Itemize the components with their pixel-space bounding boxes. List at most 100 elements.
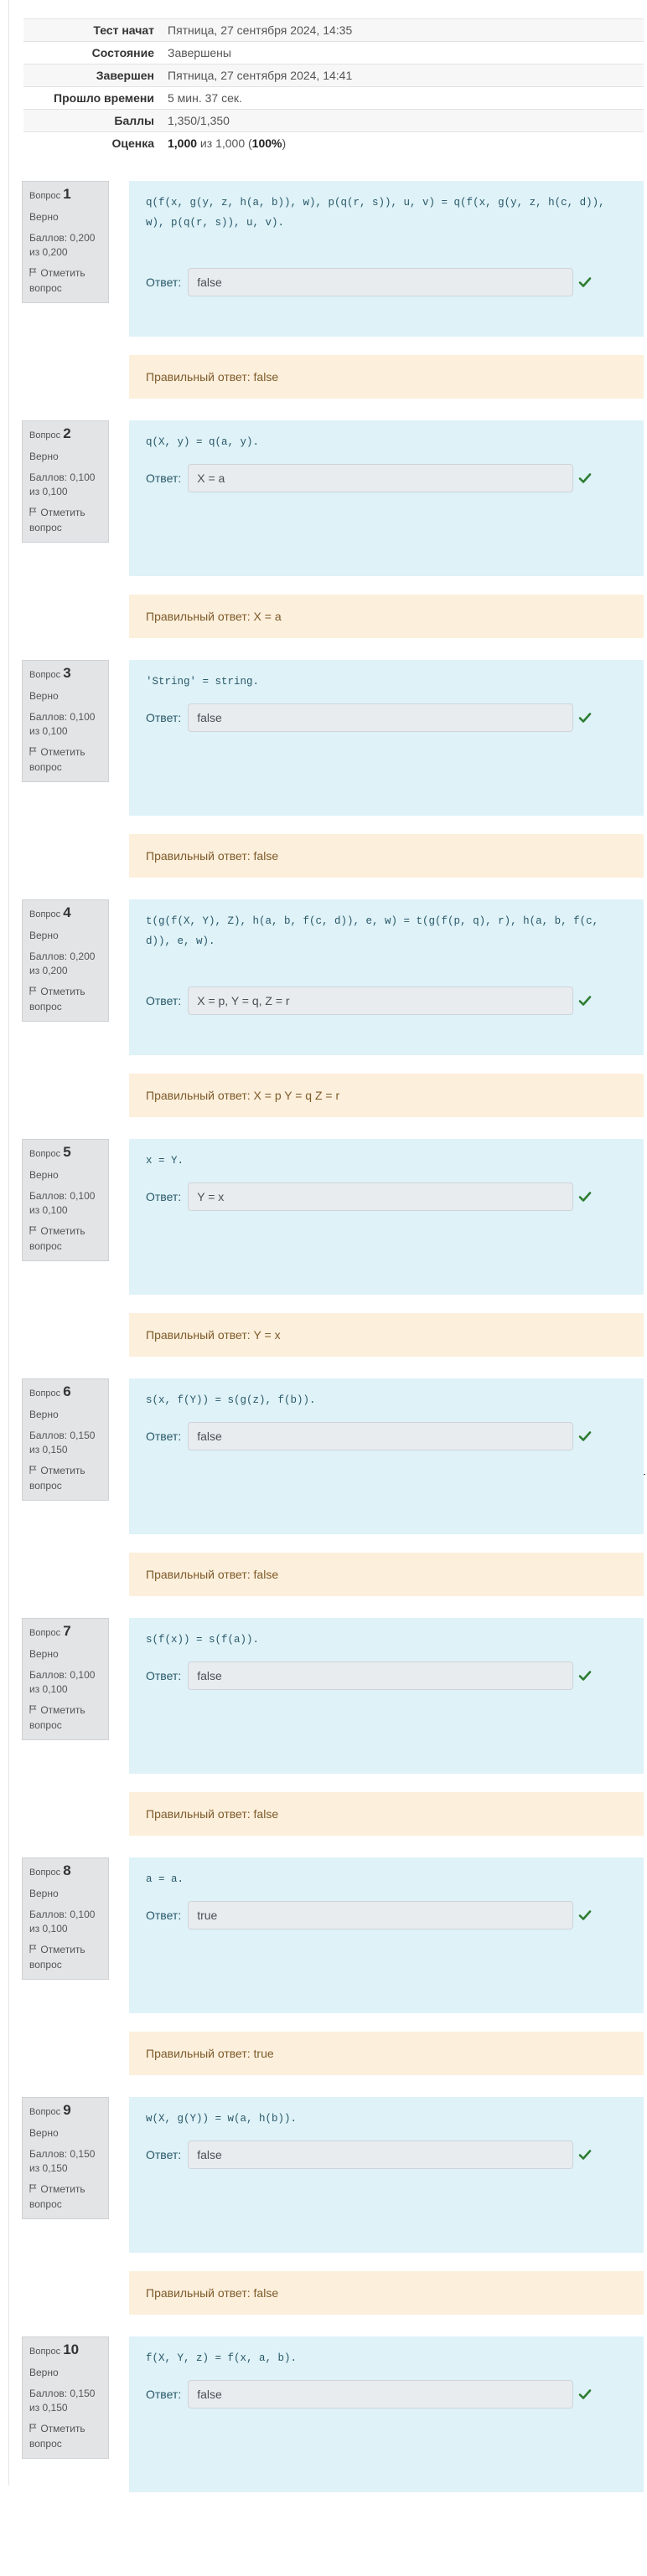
answer-field[interactable]: false [188,703,574,732]
summary-key: Состояние [23,41,161,64]
flag-question-link[interactable]: Отметить вопрос [29,745,101,775]
flag-question-link[interactable]: Отметить вопрос [29,1224,101,1254]
question-word: Вопрос [29,2107,61,2117]
question-text: x = Y. [146,1155,184,1167]
question-word: Вопрос [29,430,61,440]
correct-answer-feedback: Правильный ответ: false [129,834,644,878]
summary-key: Баллы [23,109,161,132]
check-icon [578,1670,592,1682]
flag-question-link[interactable]: Отметить вопрос [29,2422,101,2451]
summary-value: Пятница, 27 сентября 2024, 14:41 [161,64,644,87]
correct-answer-feedback: Правильный ответ: false [129,1792,644,1836]
question-num: 1 [63,186,71,202]
question-grade: Баллов: 0,100 из 0,100 [29,711,96,737]
question-state: Верно [29,1409,59,1420]
question-grade: Баллов: 0,100 из 0,100 [29,1909,96,1935]
flag-question-link[interactable]: Отметить вопрос [29,1464,101,1493]
question-block: Вопрос 2 Верно Баллов: 0,100 из 0,100 От… [22,420,644,660]
question-content: s(x, f(Y)) = s(g(z), f(b)). Ответ: false [129,1378,644,1534]
question-grade: Баллов: 0,200 из 0,200 [29,951,96,976]
answer-field[interactable]: true [188,1901,574,1929]
correct-answer-feedback: Правильный ответ: false [129,1553,644,1596]
answer-field[interactable]: false [188,2141,574,2169]
answer-field[interactable]: Y = x [188,1182,574,1211]
attempt-summary-table: Тест начат Пятница, 27 сентября 2024, 14:… [23,18,644,154]
question-block: Вопрос 5 Верно Баллов: 0,100 из 0,100 От… [22,1139,644,1378]
correct-answer-feedback: Правильный ответ: false [129,355,644,399]
answer-field[interactable]: X = a [188,464,574,492]
question-number: Вопрос 2 [29,426,101,443]
question-text: s(x, f(Y)) = s(g(z), f(b)). [146,1394,316,1406]
question-number: Вопрос 10 [29,2342,101,2359]
answer-label: Ответ: [146,1909,182,1922]
answer-field[interactable]: false [188,1662,574,1690]
question-word: Вопрос [29,670,61,680]
correct-answer-feedback: Правильный ответ: true [129,2032,644,2075]
flag-question-link[interactable]: Отметить вопрос [29,985,101,1014]
flag-question-link[interactable]: Отметить вопрос [29,266,101,296]
flag-icon [29,1465,38,1479]
grade-score: 1,000 [168,137,198,150]
flag-question-link[interactable]: Отметить вопрос [29,1943,101,1972]
flag-question-link[interactable]: Отметить вопрос [29,2182,101,2212]
question-word: Вопрос [29,1868,61,1878]
question-num: 9 [63,2102,71,2118]
question-num: 2 [63,425,71,441]
check-icon [578,2388,592,2400]
answer-row: Ответ: Y = x [146,1182,627,1211]
answer-label: Ответ: [146,471,182,485]
flag-icon [29,2183,38,2197]
question-block: Вопрос 8 Верно Баллов: 0,100 из 0,100 От… [22,1857,644,2097]
question-info: Вопрос 6 Верно Баллов: 0,150 из 0,150 От… [22,1378,109,1501]
flag-question-link[interactable]: Отметить вопрос [29,506,101,535]
check-icon [578,2149,592,2161]
question-info: Вопрос 7 Верно Баллов: 0,100 из 0,100 От… [22,1618,109,1740]
question-text: f(X, Y, z) = f(x, a, b). [146,2352,298,2364]
question-word: Вопрос [29,1149,61,1159]
flag-icon [29,2423,38,2437]
question-number: Вопрос 3 [29,666,101,683]
question-word: Вопрос [29,191,61,201]
summary-value: 1,000 из 1,000 (100%) [161,131,644,154]
correct-answer-feedback: Правильный ответ: false [129,2271,644,2315]
question-grade: Баллов: 0,150 из 0,150 [29,1430,96,1455]
question-number: Вопрос 5 [29,1145,101,1162]
answer-field[interactable]: false [188,2380,574,2409]
question-content: a = a. Ответ: true [129,1857,644,2013]
question-info: Вопрос 8 Верно Баллов: 0,100 из 0,100 От… [22,1857,109,1980]
answer-field[interactable]: false [188,1422,574,1450]
answer-row: Ответ: true [146,1901,627,1929]
question-block: Вопрос 10 Верно Баллов: 0,150 из 0,150 О… [22,2336,644,2576]
summary-row: Прошло времени 5 мин. 37 сек. [23,86,644,110]
summary-key: Завершен [23,64,161,87]
page-border-line [8,0,9,2486]
question-text: a = a. [146,1873,184,1885]
question-state: Верно [29,1169,59,1181]
answer-field[interactable]: X = p, Y = q, Z = r [188,987,574,1015]
question-info: Вопрос 3 Верно Баллов: 0,100 из 0,100 От… [22,660,109,782]
question-info: Вопрос 2 Верно Баллов: 0,100 из 0,100 От… [22,420,109,543]
question-text: 'String' = string. [146,676,260,688]
summary-value: 1,350/1,350 [161,109,644,132]
flag-icon [29,986,38,1000]
summary-row: Тест начат Пятница, 27 сентября 2024, 14:… [23,18,644,42]
question-content: s(f(x)) = s(f(a)). Ответ: false [129,1618,644,1774]
question-num: 5 [63,1144,71,1160]
question-word: Вопрос [29,1388,61,1399]
question-state: Верно [29,451,59,462]
summary-key: Тест начат [23,18,161,42]
flag-icon [29,267,38,281]
question-num: 4 [63,904,71,920]
answer-row: Ответ: X = a [146,464,627,492]
question-info: Вопрос 10 Верно Баллов: 0,150 из 0,150 О… [22,2336,109,2459]
question-grade: Баллов: 0,150 из 0,150 [29,2388,96,2414]
question-state: Верно [29,1888,59,1899]
summary-value: Завершены [161,41,644,64]
answer-field[interactable]: false [188,268,574,296]
answer-row: Ответ: X = p, Y = q, Z = r [146,987,627,1015]
question-block: Вопрос 9 Верно Баллов: 0,150 из 0,150 От… [22,2097,644,2336]
question-block: Вопрос 7 Верно Баллов: 0,100 из 0,100 От… [22,1618,644,1857]
question-number: Вопрос 8 [29,1863,101,1880]
flag-question-link[interactable]: Отметить вопрос [29,1703,101,1733]
question-content: q(f(x, g(y, z, h(a, b)), w), p(q(r, s)),… [129,181,644,337]
